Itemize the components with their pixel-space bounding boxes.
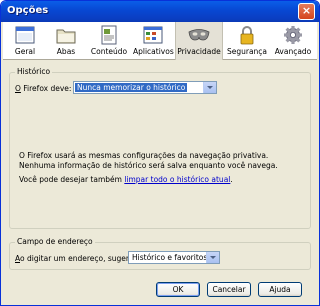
tab-geral-label: Geral [14,47,36,56]
tab-aplicativos[interactable]: Aplicativos [133,22,174,60]
tab-conteudo[interactable]: Conteúdo [87,22,131,60]
tab-abas[interactable]: Abas [47,22,85,60]
window-title: Opções [7,5,49,16]
clear-history-prefix: Você pode desejar também [19,175,125,184]
tab-aplicativos-label: Aplicativos [133,47,174,56]
folder-tabs-icon [56,29,76,44]
firefox-will-label-rest: Firefox deve: [20,84,72,93]
tab-geral[interactable]: Geral [5,22,45,60]
options-dialog: Opções × Geral Abas Conteúdo Aplicativos… [0,0,320,306]
tab-avancado-label: Avançado [274,47,312,56]
window-icon [15,26,35,44]
history-info-text: O Firefox usará as mesmas configurações … [19,151,278,170]
clear-history-link[interactable]: limpar todo o histórico atual [124,175,230,184]
clear-history-line: Você pode desejar também limpar todo o h… [19,175,307,185]
suggest-select[interactable]: Histórico e favoritos [128,251,220,264]
suggest-value: Histórico e favoritos [132,253,208,262]
tab-seguranca[interactable]: Segurança [225,22,269,60]
firefox-will-label: O Firefox deve: [15,84,72,93]
ok-button[interactable]: OK [156,282,200,297]
address-bar-group-label: Campo de endereço [15,237,95,246]
tab-privacidade-label: Privacidade [177,47,221,56]
tab-abas-label: Abas [56,47,76,56]
history-mode-select[interactable]: Nunca memorizar o histórico [73,81,217,94]
options-category-toolbar: Geral Abas Conteúdo Aplicativos Privacid… [3,22,317,60]
clear-history-suffix: . [230,175,233,184]
close-button[interactable]: × [298,3,315,20]
content-page-icon [101,25,117,45]
tab-seguranca-label: Segurança [226,47,268,56]
padlock-icon [240,26,254,45]
gear-icon [284,26,302,44]
chevron-down-icon[interactable] [203,82,216,93]
suggest-label-rest: o digitar um endereço, sugerir: [20,254,137,263]
history-group-label: Histórico [15,67,53,76]
help-button[interactable]: Ajuda [258,282,302,297]
tab-conteudo-label: Conteúdo [90,47,128,56]
suggest-label: Ao digitar um endereço, sugerir: [15,254,137,263]
tab-avancado[interactable]: Avançado [271,22,315,60]
cancel-button[interactable]: Cancelar [207,282,251,297]
history-mode-value: Nunca memorizar o histórico [75,83,188,92]
chevron-down-icon[interactable] [206,252,219,263]
privacy-mask-icon [188,29,210,41]
title-bar[interactable]: Opções × [1,1,319,22]
tab-privacidade[interactable]: Privacidade [175,22,223,60]
applications-window-icon [143,26,163,44]
